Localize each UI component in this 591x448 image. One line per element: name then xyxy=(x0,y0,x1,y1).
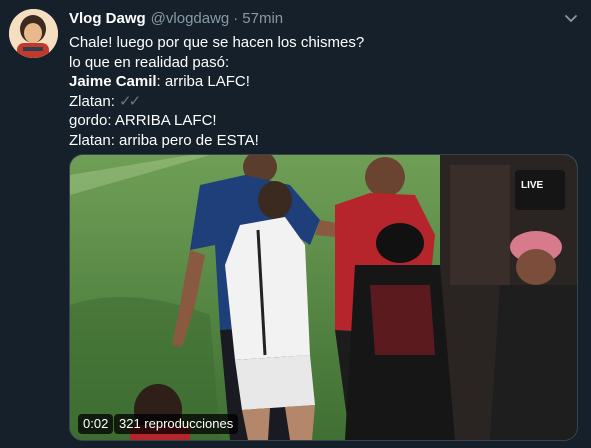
chevron-down-icon[interactable] xyxy=(563,10,579,26)
tweet-text: Chale! luego por que se hacen los chisme… xyxy=(69,33,574,150)
avatar[interactable] xyxy=(9,9,58,58)
tweet-line-prefix: Zlatan: xyxy=(69,92,120,110)
timestamp[interactable]: 57min xyxy=(242,10,283,27)
view-count: 321 reproducciones xyxy=(114,414,239,434)
user-handle[interactable]: @vlogdawg xyxy=(151,10,230,27)
tweet-header: Vlog Dawg @vlogdawg · 57min xyxy=(69,10,283,30)
video-duration: 0:02 xyxy=(78,414,114,434)
video-frame: LIVE xyxy=(70,155,577,440)
check-mark-icon: ✓✓ xyxy=(119,92,141,110)
tweet-line: Zlatan: arriba pero de ESTA! xyxy=(69,131,259,149)
tweet-line: Jaime Camil: arriba LAFC! xyxy=(69,72,574,92)
display-name[interactable]: Vlog Dawg xyxy=(69,10,146,27)
tweet-line-rest: : arriba LAFC! xyxy=(156,73,250,90)
tweet-line: Zlatan: ✓✓ xyxy=(69,92,574,112)
tweet-line: Chale! luego por que se hacen los chisme… xyxy=(69,34,365,51)
tweet-line: lo que en realidad pasó: xyxy=(69,53,230,71)
video-player[interactable]: LIVE 0:02 321 reproducciones xyxy=(69,154,578,441)
separator: · xyxy=(233,10,239,27)
live-logo: LIVE xyxy=(521,180,544,191)
mention-name: Jaime Camil xyxy=(69,73,157,90)
tweet-line: gordo: ARRIBA LAFC! xyxy=(69,112,217,129)
